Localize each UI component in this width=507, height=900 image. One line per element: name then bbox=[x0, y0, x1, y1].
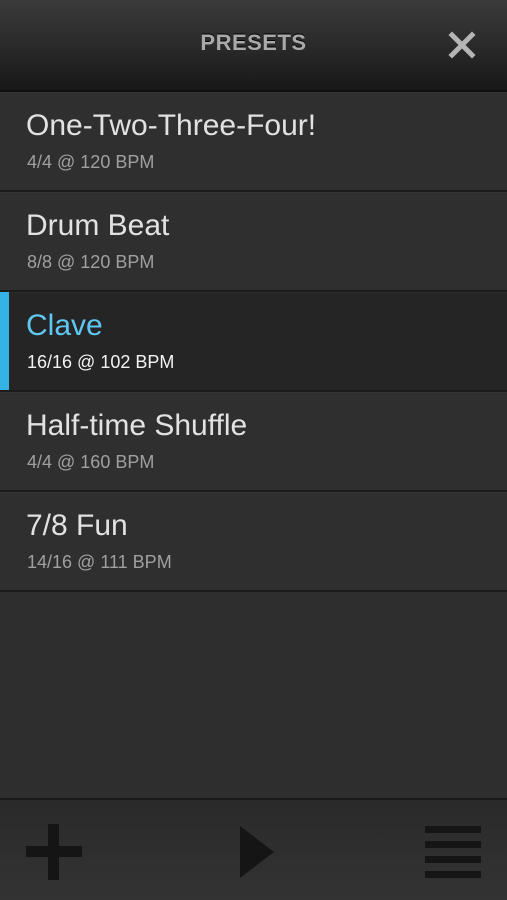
menu-icon bbox=[425, 826, 481, 878]
preset-meter: 14/16 @ 111 BPM bbox=[27, 552, 172, 572]
menu-button[interactable] bbox=[423, 824, 483, 880]
preset-row-selected[interactable]: Clave 16/16 @ 102 BPM bbox=[0, 292, 507, 392]
preset-row[interactable]: 7/8 Fun 14/16 @ 111 BPM bbox=[0, 492, 507, 592]
preset-row[interactable]: One-Two-Three-Four! 4/4 @ 120 BPM bbox=[0, 92, 507, 192]
preset-meter: 16/16 @ 102 BPM bbox=[27, 352, 175, 372]
preset-name: 7/8 Fun bbox=[26, 509, 128, 542]
preset-row[interactable]: Half-time Shuffle 4/4 @ 160 BPM bbox=[0, 392, 507, 492]
preset-meter: 4/4 @ 160 BPM bbox=[27, 452, 155, 472]
preset-name: Half-time Shuffle bbox=[26, 409, 248, 442]
page-title: PRESETS bbox=[200, 30, 307, 55]
preset-meter: 8/8 @ 120 BPM bbox=[27, 252, 155, 272]
preset-name: Drum Beat bbox=[26, 209, 170, 242]
preset-name: Clave bbox=[26, 309, 103, 342]
play-button[interactable] bbox=[226, 824, 286, 880]
preset-meter: 4/4 @ 120 BPM bbox=[27, 152, 155, 172]
add-preset-button[interactable] bbox=[24, 824, 84, 880]
preset-name: One-Two-Three-Four! bbox=[26, 109, 317, 142]
footer-toolbar bbox=[0, 798, 507, 900]
close-icon bbox=[448, 31, 476, 59]
presets-screen: PRESETS One-Two-Three-Four! 4/4 @ 120 BP… bbox=[0, 0, 507, 900]
plus-icon bbox=[26, 824, 82, 880]
play-icon bbox=[240, 826, 274, 878]
close-button[interactable] bbox=[447, 30, 477, 60]
preset-row[interactable]: Drum Beat 8/8 @ 120 BPM bbox=[0, 192, 507, 292]
header-bar: PRESETS bbox=[0, 0, 507, 92]
preset-list: One-Two-Three-Four! 4/4 @ 120 BPM Drum B… bbox=[0, 92, 507, 592]
